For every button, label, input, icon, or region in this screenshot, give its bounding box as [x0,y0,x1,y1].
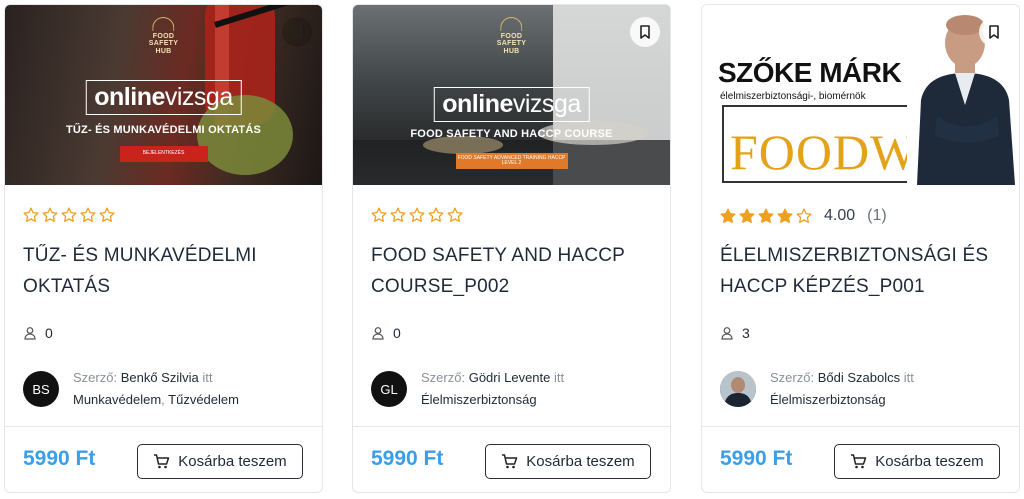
author-prefix: Szerző: [421,370,466,385]
rating-stars [23,207,115,223]
star-icon [409,207,425,222]
cart-icon [154,454,170,469]
bookmark-button[interactable] [282,17,312,47]
price: 5990 Ft [23,447,96,470]
food-safety-hub-logo: FOOD SAFETY HUB [497,17,526,55]
course-title[interactable]: FOOD SAFETY AND HACCP COURSE_P002 [371,240,656,302]
author-info: BS Szerző: Benkő Szilvia itt Munkavédele… [23,367,313,411]
course-thumbnail[interactable]: FOOD SAFETY HUB onlinevizsga FOOD SAFETY… [353,5,670,185]
star-icon [61,207,77,222]
star-icon [390,207,406,222]
bookmark-icon [292,25,302,39]
category-link[interactable]: Munkavédelem [73,392,161,407]
author-prefix: Szerző: [770,370,815,385]
price: 5990 Ft [371,447,444,470]
student-count-value: 3 [742,325,750,341]
category-link[interactable]: Élelmiszerbiztonság [770,392,886,407]
onlinevizsga-logo: onlinevizsga [433,87,590,122]
category-link[interactable]: Élelmiszerbiztonság [421,392,537,407]
course-card[interactable]: SZŐKE MÁRK élelmiszerbiztonsági-, biomér… [701,4,1020,493]
rating-count: (1) [867,207,887,224]
student-count: 3 [720,325,750,341]
instructor-name-banner: SZŐKE MÁRK [718,57,902,88]
add-to-cart-button[interactable]: Kosárba teszem [137,444,303,479]
bookmark-button[interactable] [630,17,660,47]
student-count: 0 [23,325,53,341]
star-icon [739,208,755,223]
price: 5990 Ft [720,447,793,470]
avatar[interactable]: BS [23,371,59,407]
food-safety-hub-logo: FOOD SAFETY HUB [149,17,178,55]
add-to-cart-label: Kosárba teszem [178,453,287,470]
star-icon [371,207,387,222]
thumbnail-training-button: FOOD SAFETY ADVANCED TRAINING HACCP LEVE… [455,153,568,169]
course-thumbnail[interactable]: FOOD SAFETY HUB onlinevizsga TŰZ- ÉS MUN… [5,5,322,185]
star-icon [23,207,39,222]
add-to-cart-label: Kosárba teszem [875,453,984,470]
star-icon [447,207,463,222]
user-icon [24,327,36,340]
author-in: itt [903,370,914,385]
onlinevizsga-logo: onlinevizsga [85,80,242,115]
author-in: itt [202,370,213,385]
author-name[interactable]: Benkő Szilvia [121,370,199,385]
category-link[interactable]: Tűzvédelem [168,392,239,407]
student-count: 0 [371,325,401,341]
thumbnail-subtitle: FOOD SAFETY AND HACCP COURSE [410,128,613,140]
star-icon [428,207,444,222]
user-icon [372,327,384,340]
star-icon [80,207,96,222]
course-thumbnail[interactable]: SZŐKE MÁRK élelmiszerbiztonsági-, biomér… [702,5,1019,185]
author-in: itt [554,370,565,385]
cart-icon [502,454,518,469]
star-icon [720,208,736,223]
star-icon [796,208,812,223]
student-count-value: 0 [393,325,401,341]
star-icon [758,208,774,223]
thumbnail-subtitle: TŰZ- ÉS MUNKAVÉDELMI OKTATÁS [65,124,262,136]
thumbnail-login-button: BEJELENTKEZÉS [119,146,208,162]
add-to-cart-button[interactable]: Kosárba teszem [485,444,651,479]
avatar[interactable]: GL [371,371,407,407]
course-title[interactable]: ÉLELMISZERBIZTONSÁGI ÉS HACCP KÉPZÉS_P00… [720,240,1005,302]
add-to-cart-button[interactable]: Kosárba teszem [834,444,1000,479]
course-card[interactable]: FOOD SAFETY HUB onlinevizsga FOOD SAFETY… [352,4,671,493]
user-icon [721,327,733,340]
star-icon [99,207,115,222]
author-name[interactable]: Gödri Levente [469,370,551,385]
avatar-photo [720,371,756,407]
avatar[interactable] [720,371,756,407]
star-icon [777,208,793,223]
student-count-value: 0 [45,325,53,341]
instructor-role-banner: élelmiszerbiztonsági-, biomérnök [720,91,866,102]
course-card[interactable]: FOOD SAFETY HUB onlinevizsga TŰZ- ÉS MUN… [4,4,323,493]
cart-icon [851,454,867,469]
rating-value: 4.00 [824,207,856,224]
course-title[interactable]: TŰZ- ÉS MUNKAVÉDELMI OKTATÁS [23,240,308,302]
author-name[interactable]: Bődi Szabolcs [818,370,900,385]
author-info: GL Szerző: Gödri Levente itt Élelmiszerb… [371,367,661,411]
bookmark-icon [989,25,999,39]
add-to-cart-label: Kosárba teszem [526,453,635,470]
author-prefix: Szerző: [73,370,118,385]
rating-stars: 4.00 (1) [720,207,887,225]
author-info: Szerző: Bődi Szabolcs itt Élelmiszerbizt… [720,367,1010,411]
rating-stars [371,207,463,223]
bookmark-button[interactable] [979,17,1009,47]
bookmark-icon [640,25,650,39]
star-icon [42,207,58,222]
